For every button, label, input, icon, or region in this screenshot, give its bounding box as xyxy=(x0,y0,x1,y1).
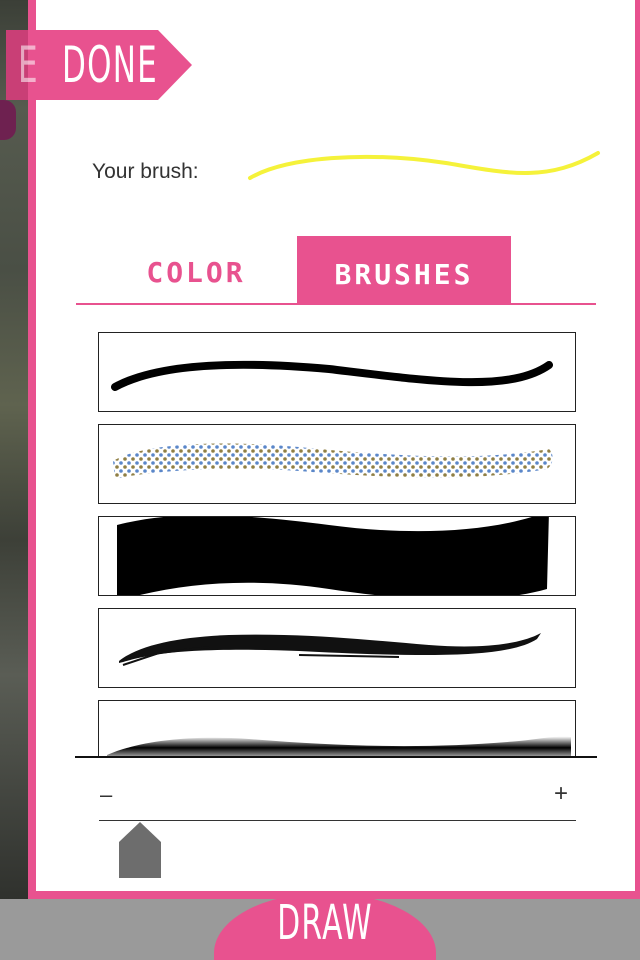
brush-item-smooth[interactable] xyxy=(98,332,576,412)
smooth-stroke-icon xyxy=(111,360,553,391)
brush-item-wide-flat[interactable] xyxy=(98,516,576,596)
brush-preview-stroke xyxy=(248,151,600,180)
airbrush-stroke-icon xyxy=(107,736,571,756)
brush-list-bottom-divider xyxy=(75,756,597,758)
panel-left-border xyxy=(28,0,36,900)
tab-brushes[interactable]: BRUSHES xyxy=(297,236,511,304)
tab-color[interactable]: COLOR xyxy=(116,256,276,296)
rough-ink-stroke-icon xyxy=(119,633,541,666)
panel-right-border xyxy=(635,0,640,900)
size-plus-label: + xyxy=(554,780,569,807)
dotted-stroke-icon xyxy=(113,443,553,479)
photo-blot xyxy=(0,100,16,140)
size-slider-thumb[interactable] xyxy=(119,822,163,880)
size-minus-label: – xyxy=(100,782,113,807)
done-ghost-letter: E xyxy=(18,36,38,94)
brush-item-dotted[interactable] xyxy=(98,424,576,504)
brush-list[interactable] xyxy=(98,332,578,756)
done-label: DONE xyxy=(62,36,159,94)
tab-bar: COLOR BRUSHES xyxy=(76,236,596,306)
brush-item-airbrush[interactable] xyxy=(98,700,576,756)
tab-underline xyxy=(76,303,596,305)
brush-item-rough-ink[interactable] xyxy=(98,608,576,688)
wide-flat-stroke-icon xyxy=(117,517,549,595)
size-slider-track[interactable] xyxy=(99,820,576,821)
done-button[interactable]: E DONE xyxy=(6,30,192,100)
your-brush-label: Your brush: xyxy=(92,160,199,183)
draw-label: DRAW xyxy=(277,895,373,951)
